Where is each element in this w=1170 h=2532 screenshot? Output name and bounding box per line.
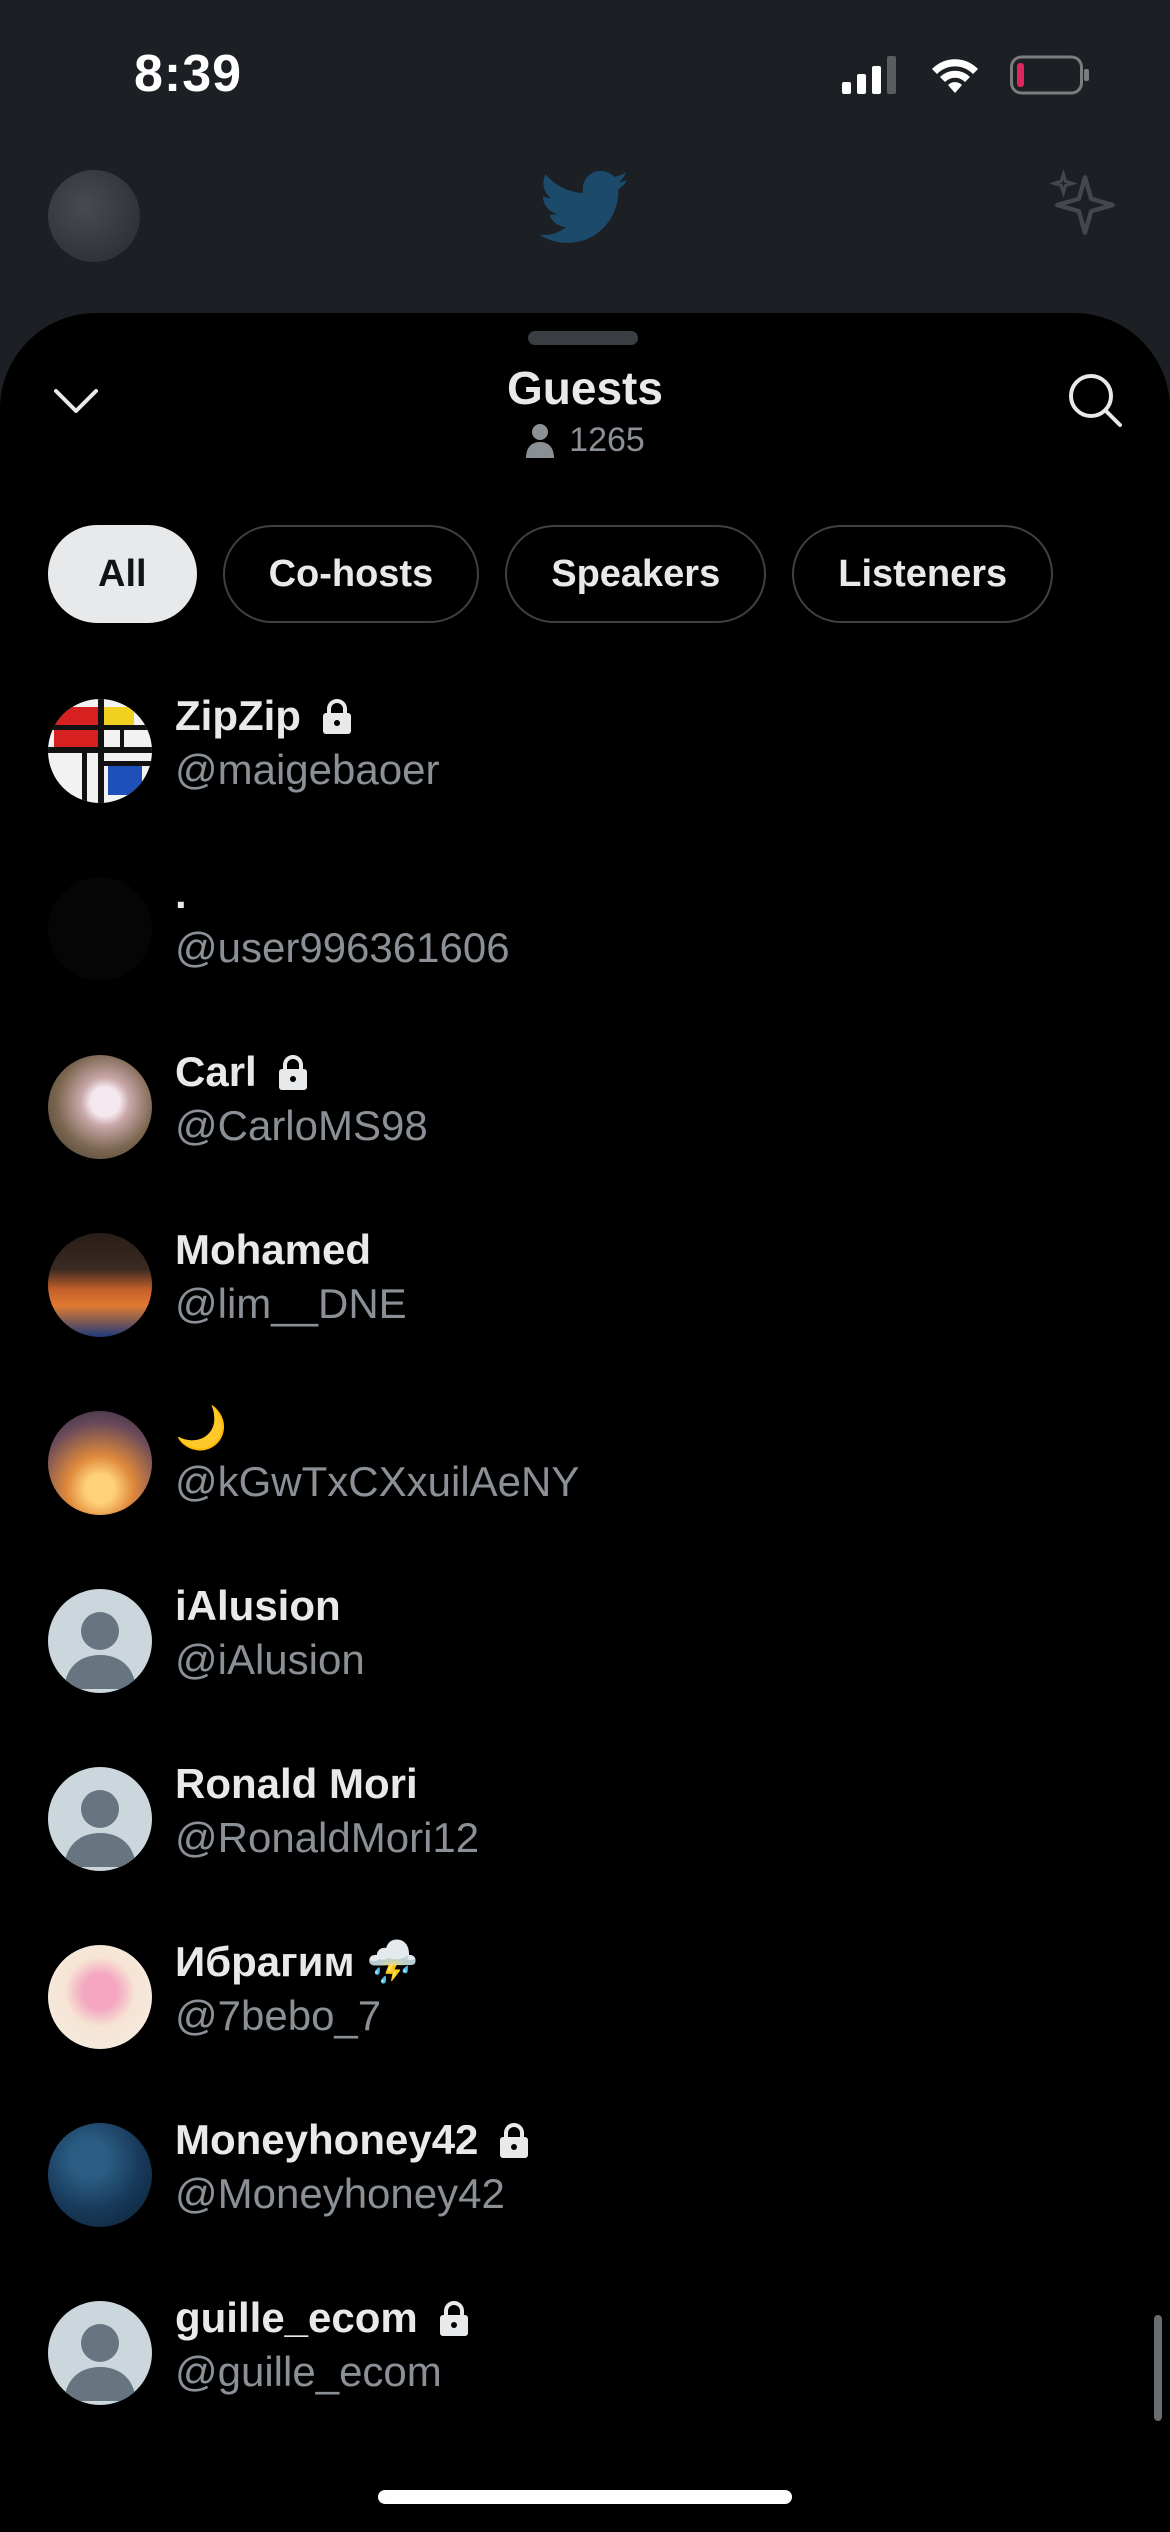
cellular-signal-icon xyxy=(842,56,896,94)
tab-speakers[interactable]: Speakers xyxy=(505,525,767,623)
list-item[interactable]: Ибрагим ⛈️ @7bebo_7 xyxy=(0,1916,1170,2094)
guest-name: ZipZip xyxy=(175,692,357,740)
guest-handle: @guille_ecom xyxy=(175,2348,442,2395)
default-avatar-icon xyxy=(64,2324,136,2401)
guest-name: . xyxy=(175,870,187,918)
guest-handle: @Moneyhoney42 xyxy=(175,2170,505,2217)
list-item[interactable]: Moneyhoney42 @Moneyhoney42 xyxy=(0,2094,1170,2272)
lock-icon xyxy=(439,2301,468,2336)
list-item[interactable]: iAlusion @iAlusion xyxy=(0,1560,1170,1738)
guest-display-name: Ибрагим ⛈️ xyxy=(175,1938,419,1985)
default-avatar-icon xyxy=(64,1612,136,1689)
list-item[interactable]: . @user996361606 xyxy=(0,848,1170,1026)
list-item[interactable]: Ronald Mori @RonaldMori12 xyxy=(0,1738,1170,1916)
guest-display-name: Ronald Mori xyxy=(175,1760,418,1807)
guest-name: iAlusion xyxy=(175,1582,341,1630)
list-item[interactable]: 🌙 @kGwTxCXxuilAeNY xyxy=(0,1382,1170,1560)
scrollbar[interactable] xyxy=(1154,2315,1162,2421)
home-indicator[interactable] xyxy=(378,2490,792,2504)
status-bar: 8:39 xyxy=(0,0,1170,150)
tab-co-hosts[interactable]: Co-hosts xyxy=(222,525,480,623)
avatar[interactable] xyxy=(48,877,152,981)
list-item[interactable]: ZipZip @maigebaoer xyxy=(0,670,1170,848)
guest-name: Carl xyxy=(175,1048,313,1096)
twitter-bird-icon xyxy=(539,170,630,251)
guest-handle: @user996361606 xyxy=(175,924,510,971)
guest-display-name: ZipZip xyxy=(175,692,301,739)
sheet-title: Guests xyxy=(507,362,663,414)
sheet-grabber[interactable] xyxy=(528,331,638,345)
guest-display-name: guille_ecom xyxy=(175,2294,418,2341)
profile-avatar xyxy=(48,170,140,262)
guest-handle: @maigebaoer xyxy=(175,746,440,793)
battery-icon xyxy=(1010,55,1089,95)
guest-display-name: 🌙 xyxy=(175,1404,228,1451)
avatar[interactable] xyxy=(48,699,152,803)
default-avatar-icon xyxy=(64,1790,136,1867)
search-icon xyxy=(1069,374,1122,427)
guest-display-name: Mohamed xyxy=(175,1226,372,1273)
guest-handle: @RonaldMori12 xyxy=(175,1814,480,1861)
list-item[interactable]: guille_ecom @guille_ecom xyxy=(0,2272,1170,2450)
sparkle-icon xyxy=(1048,168,1122,247)
avatar[interactable] xyxy=(48,1589,152,1693)
guest-handle: @iAlusion xyxy=(175,1636,365,1683)
guest-name: guille_ecom xyxy=(175,2294,474,2342)
guest-name: Mohamed xyxy=(175,1226,371,1274)
guest-count: 1265 xyxy=(0,421,1170,460)
wifi-icon xyxy=(932,59,978,93)
avatar[interactable] xyxy=(48,1233,152,1337)
list-item[interactable]: Carl @CarloMS98 xyxy=(0,1026,1170,1204)
search-button[interactable] xyxy=(1060,365,1130,435)
guests-sheet: Guests 1265 All Co-hosts Speakers Listen… xyxy=(0,313,1170,2532)
guest-name: Moneyhoney42 xyxy=(175,2116,534,2164)
lock-icon xyxy=(278,1055,307,1090)
avatar[interactable] xyxy=(48,2123,152,2227)
guest-display-name: Moneyhoney42 xyxy=(175,2116,479,2163)
status-icons xyxy=(840,55,1090,95)
guest-list: ZipZip @maigebaoer . @user996361606 Carl xyxy=(0,670,1170,2450)
list-item[interactable]: Mohamed @lim__DNE xyxy=(0,1204,1170,1382)
lock-icon xyxy=(322,699,351,734)
guest-handle: @kGwTxCXxuilAeNY xyxy=(175,1458,580,1505)
guest-handle: @lim__DNE xyxy=(175,1280,407,1327)
person-icon xyxy=(526,423,555,458)
guest-handle: @7bebo_7 xyxy=(175,1992,382,2039)
status-time: 8:39 xyxy=(134,45,243,103)
guest-display-name: Carl xyxy=(175,1048,257,1095)
guest-display-name: . xyxy=(175,870,187,917)
guest-name: 🌙 xyxy=(175,1404,227,1453)
lock-icon xyxy=(500,2123,529,2158)
guest-name: Ronald Mori xyxy=(175,1760,418,1808)
avatar[interactable] xyxy=(48,2301,152,2405)
guest-count-value: 1265 xyxy=(569,421,645,459)
filter-tabs: All Co-hosts Speakers Listeners xyxy=(48,525,1054,623)
guest-display-name: iAlusion xyxy=(175,1582,341,1629)
avatar[interactable] xyxy=(48,1945,152,2049)
tab-listeners[interactable]: Listeners xyxy=(792,525,1054,623)
avatar[interactable] xyxy=(48,1767,152,1871)
avatar[interactable] xyxy=(48,1055,152,1159)
guest-name: Ибрагим ⛈️ xyxy=(175,1938,419,1987)
avatar[interactable] xyxy=(48,1411,152,1515)
guest-handle: @CarloMS98 xyxy=(175,1102,428,1149)
tab-all[interactable]: All xyxy=(48,525,197,623)
